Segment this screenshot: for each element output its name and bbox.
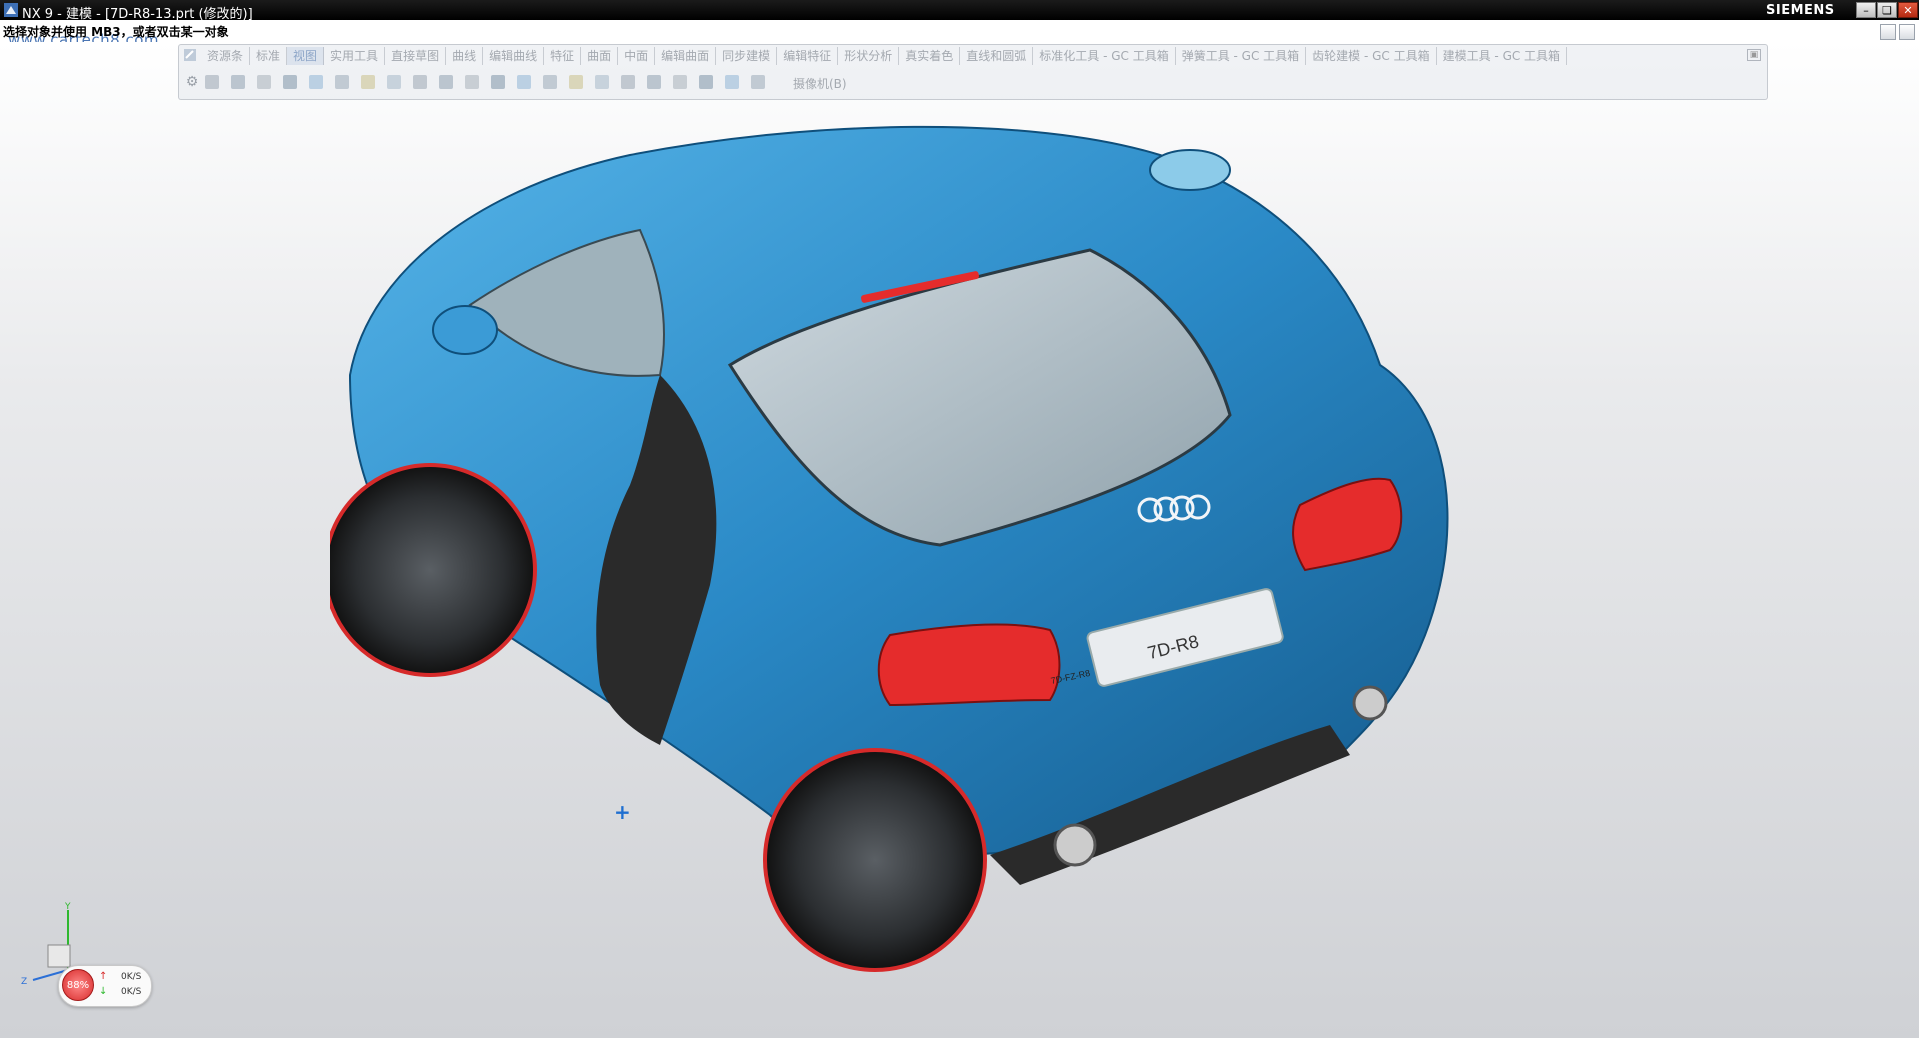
- close-button[interactable]: ✕: [1898, 2, 1918, 18]
- ribbon-toolbar: 资源条 标准 视图 实用工具 直接草图 曲线 编辑曲线 特征 曲面 中面 编辑曲面 同步建模 编辑特征形…: [178, 44, 1768, 100]
- shade-icon[interactable]: [309, 75, 323, 89]
- gear-icon[interactable]: ⚙: [184, 74, 200, 90]
- view-back-icon[interactable]: [543, 75, 557, 89]
- ribbon-tab[interactable]: 编辑曲线: [483, 47, 545, 65]
- ribbon-tab[interactable]: 实用工具: [324, 47, 386, 65]
- ribbon-tab[interactable]: 曲线: [446, 47, 484, 65]
- light-icon[interactable]: [361, 75, 375, 89]
- ribbon-tool-row: ⚙ 摄像机(B): [179, 69, 1767, 97]
- ribbon-tab[interactable]: 标准化工具 - GC 工具箱: [1033, 47, 1176, 65]
- origin-crosshair: +: [614, 800, 631, 824]
- siemens-brand: SIEMENS: [1766, 3, 1835, 18]
- ribbon-tab[interactable]: 齿轮建模 - GC 工具箱: [1306, 47, 1437, 65]
- minimize-button[interactable]: –: [1856, 2, 1876, 18]
- far-mirror: [1149, 149, 1231, 191]
- ribbon-tab[interactable]: 中面: [618, 47, 656, 65]
- rotate-icon[interactable]: [283, 75, 297, 89]
- ribbon-tab[interactable]: 曲面: [581, 47, 619, 65]
- title-bar: NX 9 - 建模 - [7D-R8-13.prt (修改的)] SIEMENS…: [0, 0, 1919, 22]
- restore-button[interactable]: ❏: [1877, 2, 1897, 18]
- ribbon-tab[interactable]: 直线和圆弧: [960, 47, 1034, 65]
- zoom-icon[interactable]: [231, 75, 245, 89]
- download-arrow-icon: ↓: [99, 986, 108, 997]
- ribbon-tabs: 资源条 标准 视图 实用工具 直接草图 曲线 编辑曲线 特征 曲面 中面 编辑曲面 同步建模 编辑特征形…: [201, 47, 1568, 65]
- ribbon-tab[interactable]: 弹簧工具 - GC 工具箱: [1176, 47, 1307, 65]
- usage-percent: 88%: [62, 969, 94, 1001]
- ribbon-tab[interactable]: 编辑特征: [777, 47, 839, 65]
- tail-light-left: [877, 623, 1061, 707]
- ribbon-tab[interactable]: 视图: [287, 47, 325, 65]
- section-icon[interactable]: [621, 75, 635, 89]
- layout-toggle-button[interactable]: [1880, 24, 1896, 40]
- triad-y-label: Y: [64, 902, 71, 912]
- material-icon[interactable]: [387, 75, 401, 89]
- front-wheel: [330, 463, 537, 677]
- view-bottom-icon[interactable]: [569, 75, 583, 89]
- camera-dropdown[interactable]: 摄像机(B): [793, 75, 847, 92]
- upload-rate: 0K/S: [121, 972, 142, 982]
- view-iso-icon[interactable]: [491, 75, 505, 89]
- ribbon-tab[interactable]: 建模工具 - GC 工具箱: [1437, 47, 1568, 65]
- car-model[interactable]: 7D-R8 7D-FZ-R8: [330, 115, 1750, 985]
- ribbon-tab[interactable]: 特征: [544, 47, 582, 65]
- render-icon[interactable]: [595, 75, 609, 89]
- snapshot-icon[interactable]: [673, 75, 687, 89]
- background-icon[interactable]: [647, 75, 661, 89]
- cue-line: www.cartech8.com 选择对象并使用 MB3，或者双击某一对象: [0, 20, 1919, 49]
- view-left-icon[interactable]: [517, 75, 531, 89]
- save-view-icon[interactable]: [751, 75, 765, 89]
- ribbon-tab[interactable]: 标准: [250, 47, 288, 65]
- rear-wheel: [763, 748, 987, 972]
- layer-icon[interactable]: [699, 75, 713, 89]
- ribbon-tab[interactable]: 资源条: [201, 47, 251, 65]
- cue-message: 选择对象并使用 MB3，或者双击某一对象: [3, 25, 229, 39]
- fit-icon[interactable]: [205, 75, 219, 89]
- ribbon-tab-row: 资源条 标准 视图 实用工具 直接草图 曲线 编辑曲线 特征 曲面 中面 编辑曲面 同步建模 编辑特征形…: [179, 46, 1767, 66]
- ribbon-tab[interactable]: 编辑曲面: [655, 47, 717, 65]
- triad-z-label: Z: [21, 977, 27, 987]
- orient-icon[interactable]: [725, 75, 739, 89]
- nx-app-icon[interactable]: [4, 3, 18, 17]
- ribbon-tab[interactable]: 同步建模: [716, 47, 778, 65]
- view-front-icon[interactable]: [413, 75, 427, 89]
- view-top-icon[interactable]: [439, 75, 453, 89]
- view-right-icon[interactable]: [465, 75, 479, 89]
- exhaust-left: [1053, 823, 1097, 867]
- upload-arrow-icon: ↑: [99, 971, 108, 982]
- side-mirror: [432, 305, 498, 355]
- ribbon-grip-icon[interactable]: [183, 48, 197, 62]
- network-speed-widget[interactable]: 88% ↑ ↓ 0K/S 0K/S: [58, 965, 152, 1007]
- download-rate: 0K/S: [121, 987, 142, 997]
- ribbon-tab[interactable]: 真实着色: [899, 47, 961, 65]
- ribbon-tab[interactable]: 直接草图: [385, 47, 447, 65]
- fullscreen-toggle-button[interactable]: [1899, 24, 1915, 40]
- wireframe-icon[interactable]: [335, 75, 349, 89]
- ribbon-tab[interactable]: 形状分析: [838, 47, 900, 65]
- ribbon-options-icon[interactable]: ▣: [1747, 49, 1761, 61]
- exhaust-right: [1352, 685, 1388, 721]
- pan-icon[interactable]: [257, 75, 271, 89]
